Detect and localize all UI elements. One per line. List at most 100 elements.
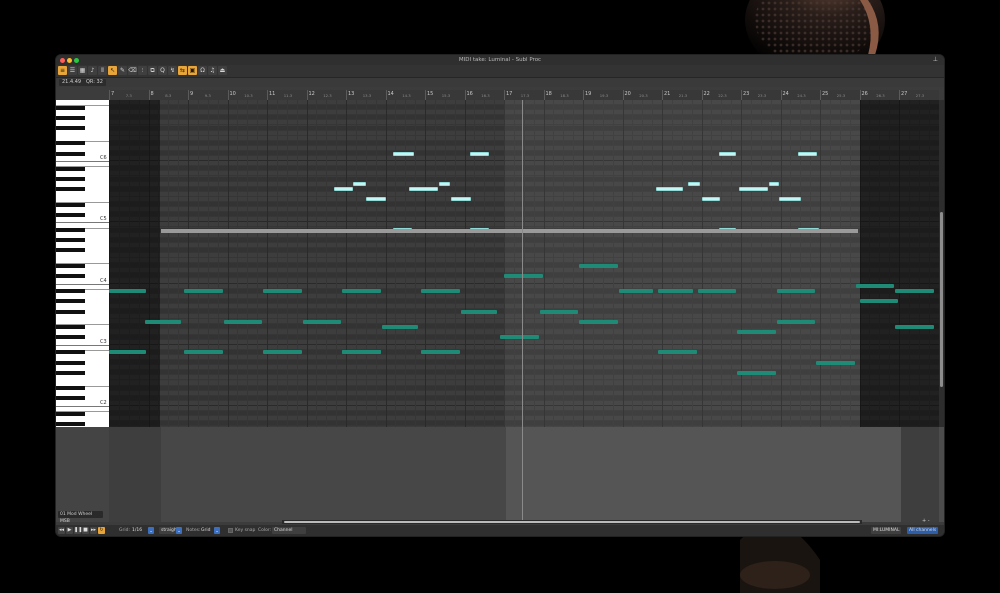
black-key[interactable] [56, 105, 85, 110]
erase-tool-icon[interactable]: ⌫ [128, 66, 137, 75]
black-key[interactable] [56, 238, 85, 243]
midi-note[interactable] [263, 289, 302, 294]
humanize-icon[interactable]: ↯ [168, 66, 177, 75]
list-view-icon[interactable]: ☰ [68, 66, 77, 75]
play-icon[interactable]: ▶ [66, 527, 73, 534]
repeat-icon[interactable]: ↻ [98, 527, 105, 534]
midi-note[interactable] [450, 197, 472, 202]
select-tool-icon[interactable]: ↖ [108, 66, 117, 75]
record-arm-icon[interactable]: ⏏ [218, 66, 227, 75]
take-select[interactable]: MI:LUMINAL [871, 527, 902, 534]
position-display[interactable]: 21.4.49 [59, 79, 85, 86]
black-key[interactable] [56, 212, 85, 217]
midi-note[interactable] [658, 350, 697, 355]
menu-icon[interactable]: ≡ [58, 66, 67, 75]
notes-dropdown-icon[interactable]: ⌄ [214, 527, 220, 534]
black-key[interactable] [56, 289, 85, 294]
midi-note[interactable] [656, 187, 683, 192]
time-selection[interactable] [504, 100, 860, 427]
midi-note[interactable] [539, 309, 579, 314]
black-key[interactable] [56, 151, 85, 156]
midi-note[interactable] [109, 289, 146, 294]
vertical-scroll-thumb[interactable] [940, 212, 943, 387]
midi-note[interactable] [421, 289, 460, 294]
midi-note[interactable] [438, 182, 450, 187]
midi-note[interactable] [855, 284, 895, 289]
rewind-icon[interactable]: ◂◂ [58, 527, 65, 534]
black-key[interactable] [56, 396, 85, 401]
black-key[interactable] [56, 177, 85, 182]
midi-note[interactable] [263, 350, 302, 355]
midi-note[interactable] [618, 289, 654, 294]
key-snap-checkbox[interactable] [228, 528, 233, 533]
headphone-icon[interactable]: Ω [198, 66, 207, 75]
draw-tool-icon[interactable]: ✎ [118, 66, 127, 75]
follow-playhead-icon[interactable]: ⇆ [178, 66, 187, 75]
midi-note[interactable] [895, 289, 934, 294]
grid-value[interactable]: 1/16 [132, 527, 142, 534]
black-key[interactable] [56, 411, 85, 416]
piano-roll-grid[interactable] [109, 100, 939, 427]
forward-icon[interactable]: ▸▸ [90, 527, 97, 534]
midi-note[interactable] [353, 182, 366, 187]
black-key[interactable] [56, 370, 85, 375]
black-key[interactable] [56, 187, 85, 192]
pause-icon[interactable]: ❚❚ [74, 527, 82, 534]
split-tool-icon[interactable]: ⫶ [138, 66, 147, 75]
black-key[interactable] [56, 273, 85, 278]
zoom-icon[interactable]: + - [922, 518, 930, 524]
midi-note[interactable] [470, 151, 490, 156]
channel-select[interactable]: All channels [907, 527, 939, 534]
black-key[interactable] [56, 360, 85, 365]
piano-keyboard[interactable]: C6 C5 C4 C3 C2 [56, 100, 109, 427]
midi-note[interactable] [776, 319, 816, 324]
black-key[interactable] [56, 248, 85, 253]
midi-note[interactable] [302, 319, 342, 324]
cc-lane-area[interactable] [109, 427, 939, 522]
midi-note[interactable] [334, 187, 353, 192]
midi-note[interactable] [798, 151, 818, 156]
black-key[interactable] [56, 309, 85, 314]
midi-note[interactable] [184, 289, 223, 294]
midi-note[interactable] [381, 324, 419, 329]
midi-note[interactable] [719, 151, 737, 156]
horizontal-scroll-thumb[interactable] [284, 521, 860, 523]
midi-note[interactable] [393, 151, 415, 156]
midi-note[interactable] [687, 182, 701, 187]
black-key[interactable] [56, 350, 85, 355]
midi-note[interactable] [701, 197, 721, 202]
midi-note[interactable] [579, 263, 618, 268]
grid-mode-dropdown-icon[interactable]: ⌄ [176, 527, 182, 534]
midi-note[interactable] [460, 309, 498, 314]
midi-note[interactable] [365, 197, 387, 202]
midi-note[interactable] [504, 273, 543, 278]
black-key[interactable] [56, 115, 85, 120]
grid-view-icon[interactable]: ▦ [78, 66, 87, 75]
step-input-icon[interactable]: ♫ [208, 66, 217, 75]
velocity-icon[interactable]: ⫴ [98, 66, 107, 75]
midi-note[interactable] [816, 360, 855, 365]
black-key[interactable] [56, 324, 85, 329]
vertical-scrollbar[interactable] [939, 100, 944, 427]
notes-value[interactable]: Grid [201, 527, 210, 534]
black-key[interactable] [56, 386, 85, 391]
black-key[interactable] [56, 299, 85, 304]
quantize-icon[interactable]: Q [158, 66, 167, 75]
black-key[interactable] [56, 141, 85, 146]
loop-icon[interactable]: ▣ [188, 66, 197, 75]
cc-lane-selector[interactable]: 01 Mod Wheel MSB [58, 511, 103, 524]
midi-note[interactable] [421, 350, 460, 355]
midi-note[interactable] [144, 319, 182, 324]
midi-note[interactable] [342, 289, 381, 294]
black-key[interactable] [56, 202, 85, 207]
midi-note[interactable] [223, 319, 263, 324]
midi-note[interactable] [409, 187, 438, 192]
midi-note[interactable] [859, 299, 898, 304]
grid-display[interactable]: QR: 32 [83, 79, 106, 86]
stop-icon[interactable]: ■ [82, 527, 89, 534]
midi-note[interactable] [778, 197, 802, 202]
grid-dropdown-icon[interactable]: ⌄ [148, 527, 154, 534]
loop-region-bar[interactable] [161, 229, 858, 233]
midi-note[interactable] [109, 350, 146, 355]
color-select[interactable]: Channel [272, 527, 306, 534]
